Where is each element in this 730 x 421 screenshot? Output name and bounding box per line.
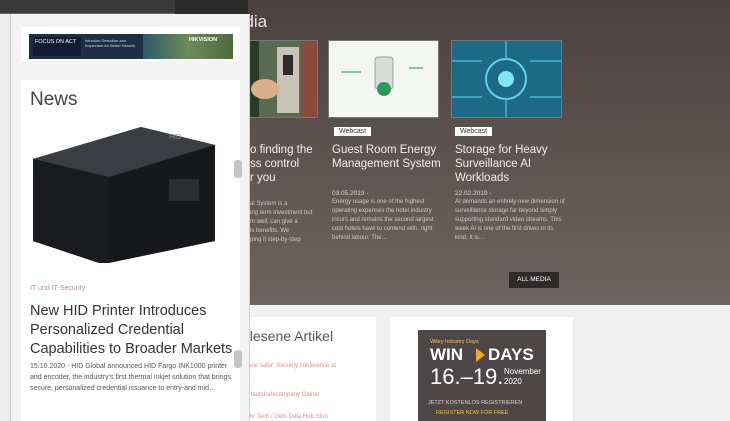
hikvision-banner[interactable]: FOCUS ON ACT Intrusion Detection and Ins… bbox=[29, 34, 233, 59]
ad-days: DAYS bbox=[488, 345, 534, 364]
ad-win: WIN bbox=[430, 345, 464, 364]
card-date: 03.05.2019 - bbox=[332, 190, 369, 197]
card-date: 22.02.2019 - bbox=[455, 190, 492, 197]
ad-cta-en: REGISTER NOW FOR FREE bbox=[436, 410, 509, 416]
news-title: News bbox=[30, 89, 78, 110]
scrollbar-thumb[interactable] bbox=[234, 350, 242, 368]
news-excerpt: 15.10.2020 · HID Global announced HID Fa… bbox=[30, 363, 231, 392]
banner-text: Intrusion Detection and Inspection for B… bbox=[85, 38, 136, 48]
top-bar-tab[interactable] bbox=[0, 0, 175, 14]
card-excerpt: Energy usage is one of the highest opera… bbox=[332, 199, 434, 241]
card-badge: Webcast bbox=[334, 127, 372, 136]
printer-image[interactable]: HID bbox=[29, 123, 217, 263]
card-title[interactable]: o finding the ss control r you bbox=[250, 143, 320, 185]
banner-landscape bbox=[143, 34, 233, 59]
card-excerpt: AI demands an entirely new dimension of … bbox=[455, 199, 565, 241]
article-link[interactable]: Ihr Tech / Gets Data Hub Ston bbox=[248, 414, 328, 420]
ad-dates: 16.–19. bbox=[430, 364, 504, 389]
article-link[interactable]: Hautstrafecompany Gainer bbox=[248, 392, 320, 398]
ad-year: 2020 bbox=[504, 377, 522, 386]
scrollbar-thumb[interactable] bbox=[234, 160, 242, 178]
card-title[interactable]: Guest Room Energy Management System bbox=[332, 143, 444, 171]
most-read-title: elesene Artikel bbox=[242, 328, 334, 344]
card-badge: Webcast bbox=[455, 127, 493, 136]
arrow-icon bbox=[476, 348, 485, 362]
hikvision-logo: HIKVISION bbox=[189, 37, 218, 43]
card-image-storage[interactable] bbox=[451, 40, 562, 118]
news-category[interactable]: IT und IT-Security bbox=[30, 285, 85, 292]
ad-cta-de: JETZT KOSTENLOS REGISTRIEREN bbox=[428, 400, 523, 406]
banner-focus-label: FOCUS ON ACT bbox=[33, 37, 81, 56]
svg-text:HID: HID bbox=[169, 134, 181, 141]
industry-days-ad[interactable]: Wiley Industry Days WIN DAYS 16.–19. Nov… bbox=[418, 330, 546, 421]
article-link[interactable]: ene safer: Security conference at bbox=[248, 363, 336, 369]
card-title[interactable]: Storage for Heavy Surveillance AI Worklo… bbox=[455, 143, 567, 185]
all-media-button[interactable]: ALL MEDIA bbox=[509, 272, 559, 288]
card-excerpt: al System is a ing term investment but m… bbox=[250, 201, 313, 243]
news-headline[interactable]: New HID Printer Introduces Personalized … bbox=[30, 302, 235, 359]
ad-month: November bbox=[504, 367, 541, 376]
card-image-energy[interactable] bbox=[328, 40, 439, 118]
